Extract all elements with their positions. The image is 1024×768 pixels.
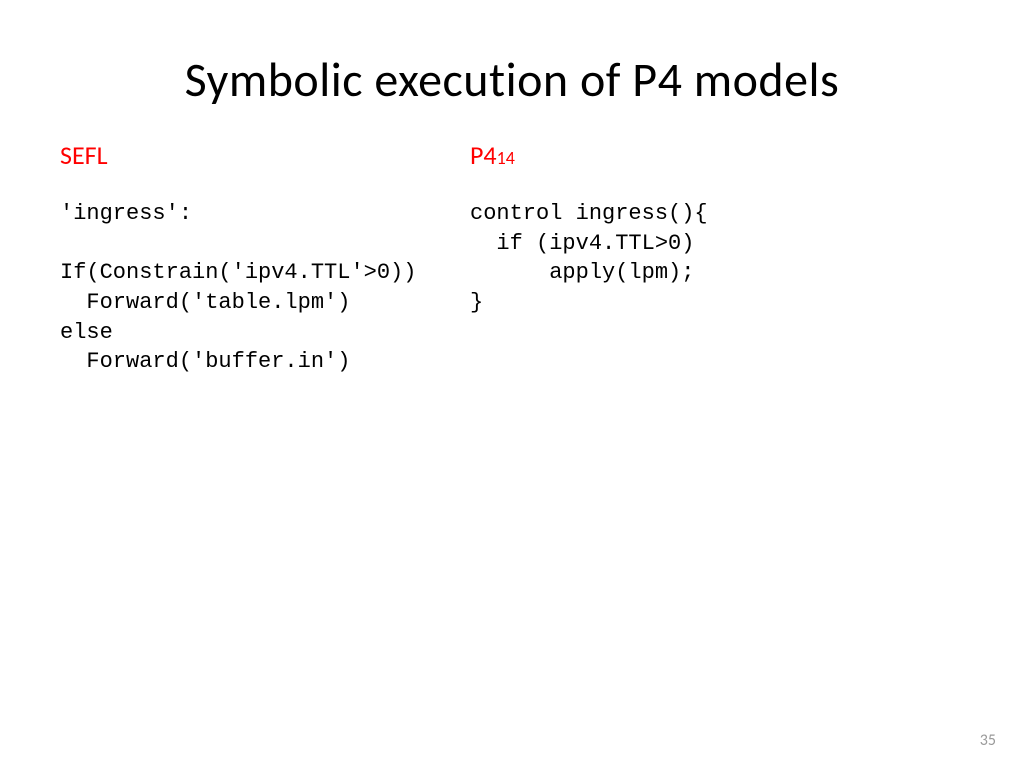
left-column: SEFL 'ingress': If(Constrain('ipv4.TTL'>… (60, 139, 440, 377)
p4-heading-sub: 14 (497, 147, 515, 169)
slide: Symbolic execution of P4 models SEFL 'in… (0, 0, 1024, 768)
p4-heading-main: P4 (470, 139, 497, 171)
sefl-code: 'ingress': If(Constrain('ipv4.TTL'>0)) F… (60, 199, 440, 377)
sefl-heading: SEFL (60, 139, 440, 171)
right-column: P414 control ingress(){ if (ipv4.TTL>0) … (470, 139, 964, 377)
p4-heading: P414 (470, 139, 964, 171)
page-number: 35 (980, 731, 996, 750)
p4-code: control ingress(){ if (ipv4.TTL>0) apply… (470, 199, 964, 318)
columns: SEFL 'ingress': If(Constrain('ipv4.TTL'>… (60, 139, 964, 377)
slide-title: Symbolic execution of P4 models (60, 50, 964, 109)
